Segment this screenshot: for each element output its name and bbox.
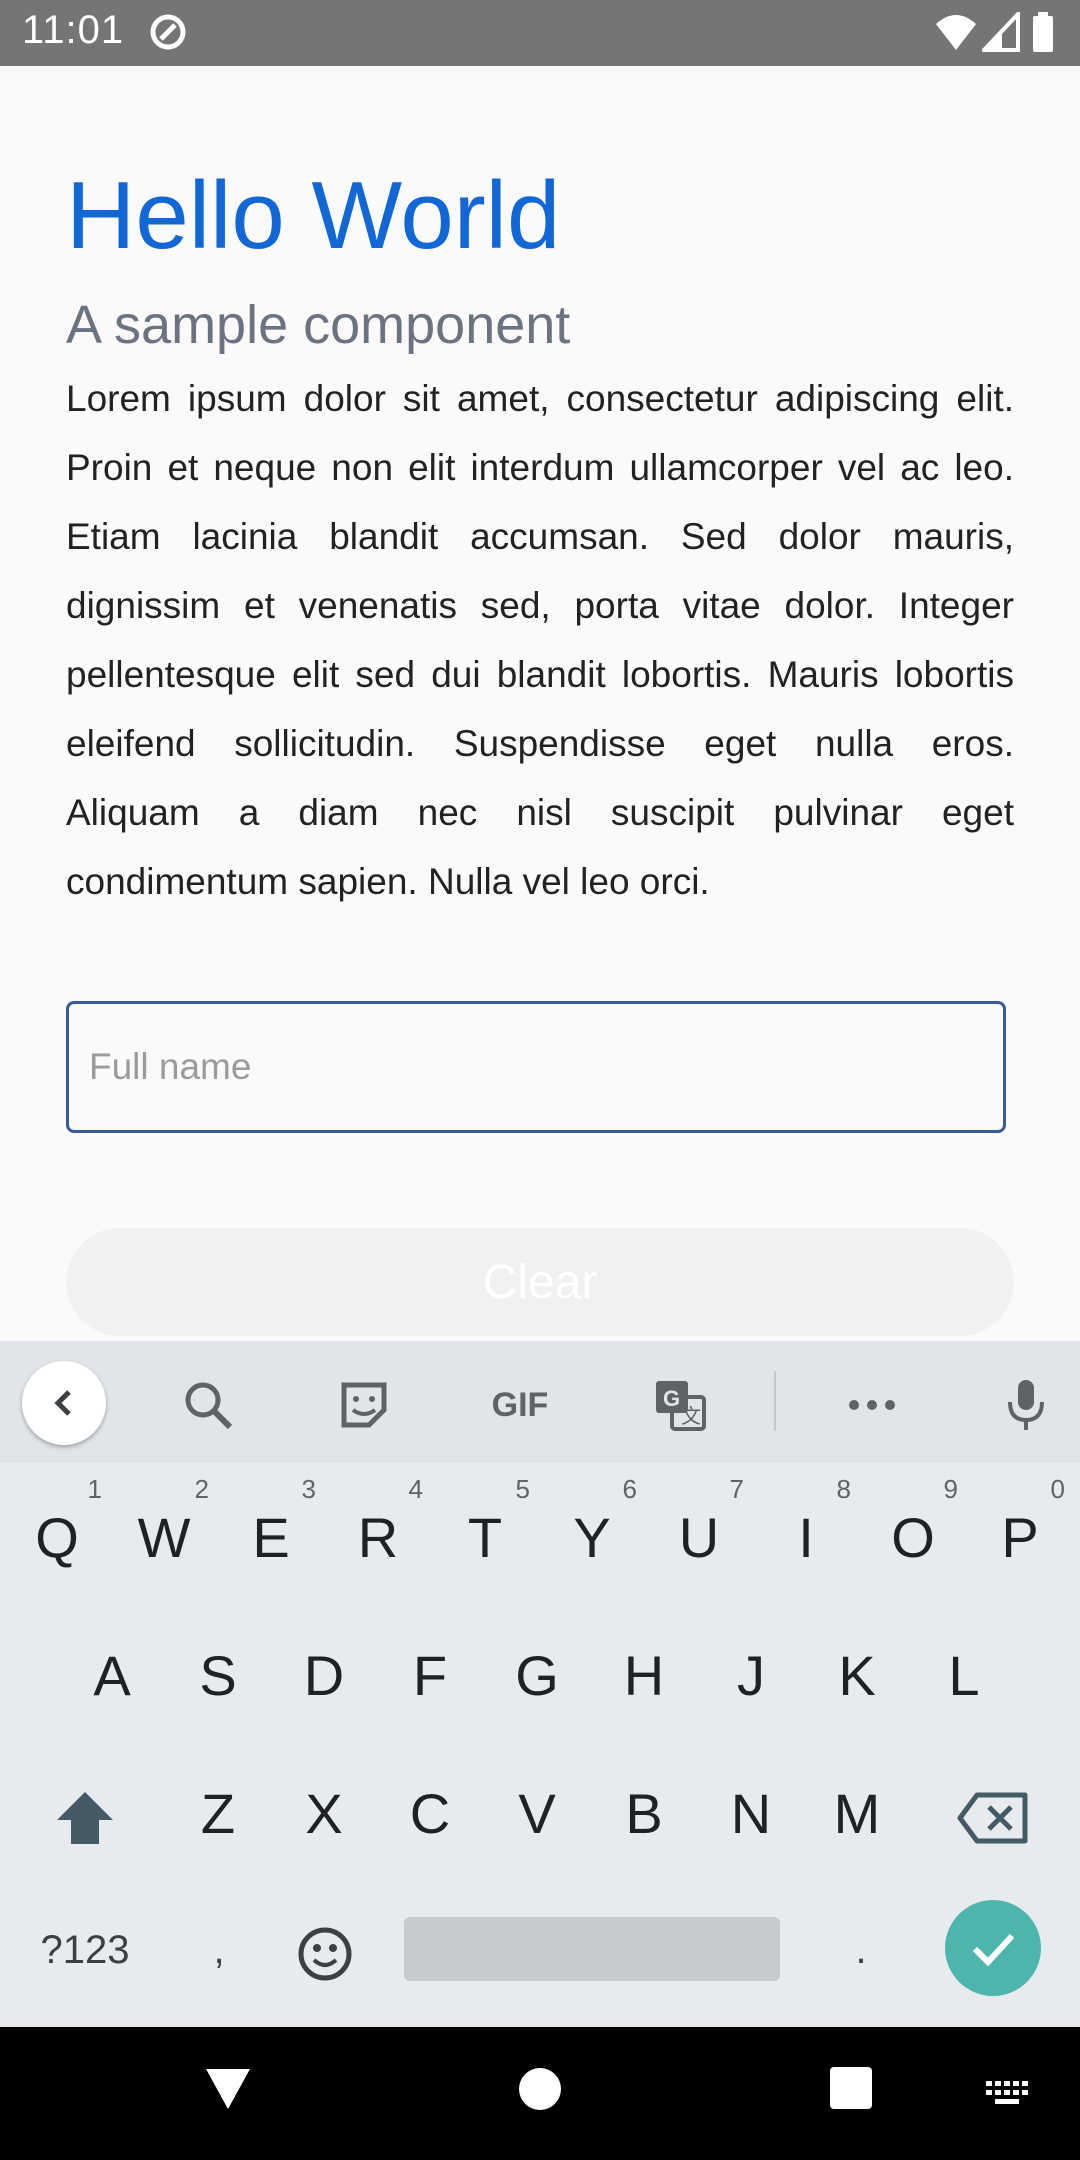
signal-icon bbox=[979, 8, 1020, 57]
backspace-key[interactable] bbox=[940, 1754, 1046, 1874]
status-time: 11:01 bbox=[22, 8, 125, 52]
gif-label: GIF bbox=[491, 1385, 549, 1424]
key-hint: 3 bbox=[301, 1474, 316, 1504]
key-g[interactable]: G bbox=[484, 1616, 590, 1736]
clear-button[interactable]: Clear bbox=[66, 1228, 1014, 1336]
key-hint: 5 bbox=[515, 1474, 530, 1504]
page-title: Hello World bbox=[66, 162, 561, 269]
key-c[interactable]: C bbox=[377, 1754, 483, 1874]
more-icon[interactable] bbox=[832, 1365, 912, 1445]
symbols-key[interactable]: ?123 bbox=[32, 1890, 138, 2010]
home-icon[interactable] bbox=[518, 2067, 562, 2116]
key-b[interactable]: B bbox=[591, 1754, 697, 1874]
key-hint: 4 bbox=[408, 1474, 423, 1504]
key-o[interactable]: O9 bbox=[860, 1474, 966, 1598]
key-f[interactable]: F bbox=[377, 1616, 483, 1736]
period-key[interactable]: . bbox=[808, 1890, 914, 2010]
shift-icon bbox=[57, 1792, 113, 1845]
key-m[interactable]: M bbox=[804, 1754, 910, 1874]
check-icon bbox=[972, 1933, 1015, 1967]
key-s[interactable]: S bbox=[165, 1616, 271, 1736]
search-icon[interactable] bbox=[168, 1365, 248, 1445]
key-hint: 0 bbox=[1050, 1474, 1065, 1504]
at-sign-icon bbox=[148, 12, 188, 57]
key-w[interactable]: W2 bbox=[111, 1474, 217, 1598]
battery-icon bbox=[1032, 12, 1054, 57]
toolbar-divider bbox=[774, 1371, 776, 1431]
shift-key[interactable] bbox=[32, 1754, 138, 1874]
key-t[interactable]: T5 bbox=[432, 1474, 538, 1598]
svg-text:文: 文 bbox=[681, 1405, 701, 1428]
status-bar: 11:01 bbox=[0, 0, 1080, 66]
emoji-icon bbox=[298, 1927, 352, 1981]
keyboard-switch-icon[interactable] bbox=[986, 2081, 1030, 2114]
sticker-icon[interactable] bbox=[324, 1365, 404, 1445]
key-a[interactable]: A bbox=[59, 1616, 165, 1736]
key-v[interactable]: V bbox=[484, 1754, 590, 1874]
page-subtitle: A sample component bbox=[66, 295, 571, 355]
key-q[interactable]: Q1 bbox=[4, 1474, 110, 1598]
key-r[interactable]: R4 bbox=[325, 1474, 431, 1598]
navigation-bar bbox=[0, 2027, 1080, 2160]
key-n[interactable]: N bbox=[698, 1754, 804, 1874]
wifi-icon bbox=[934, 12, 978, 57]
key-i[interactable]: I8 bbox=[753, 1474, 859, 1598]
svg-text:G: G bbox=[663, 1386, 680, 1411]
space-key[interactable] bbox=[404, 1917, 780, 1981]
key-hint: 7 bbox=[729, 1474, 744, 1504]
key-e[interactable]: E3 bbox=[218, 1474, 324, 1598]
key-u[interactable]: U7 bbox=[646, 1474, 752, 1598]
key-d[interactable]: D bbox=[271, 1616, 377, 1736]
key-j[interactable]: J bbox=[698, 1616, 804, 1736]
recents-icon[interactable] bbox=[830, 2067, 872, 2114]
collapse-icon[interactable] bbox=[22, 1361, 106, 1445]
key-h[interactable]: H bbox=[591, 1616, 697, 1736]
key-y[interactable]: Y6 bbox=[539, 1474, 645, 1598]
key-l[interactable]: L bbox=[911, 1616, 1017, 1736]
full-name-input[interactable] bbox=[66, 1001, 1006, 1133]
key-hint: 9 bbox=[943, 1474, 958, 1504]
key-hint: 8 bbox=[836, 1474, 851, 1504]
key-k[interactable]: K bbox=[804, 1616, 910, 1736]
key-p[interactable]: P0 bbox=[967, 1474, 1073, 1598]
key-x[interactable]: X bbox=[271, 1754, 377, 1874]
key-hint: 2 bbox=[194, 1474, 209, 1504]
back-triangle-icon[interactable] bbox=[204, 2067, 252, 2116]
emoji-key[interactable] bbox=[272, 1890, 378, 2010]
key-z[interactable]: Z bbox=[165, 1754, 271, 1874]
body-text: Lorem ipsum dolor sit amet, consectetur … bbox=[66, 378, 1014, 902]
mic-icon[interactable] bbox=[986, 1365, 1066, 1445]
keyboard-toolbar: GIF G文 bbox=[0, 1341, 1080, 1463]
enter-key[interactable] bbox=[945, 1900, 1041, 1996]
comma-key[interactable]: , bbox=[166, 1890, 272, 2010]
key-hint: 6 bbox=[622, 1474, 637, 1504]
gif-button[interactable]: GIF bbox=[480, 1365, 560, 1445]
key-hint: 1 bbox=[87, 1474, 102, 1504]
translate-icon[interactable]: G文 bbox=[640, 1365, 720, 1445]
backspace-icon bbox=[957, 1792, 1028, 1844]
